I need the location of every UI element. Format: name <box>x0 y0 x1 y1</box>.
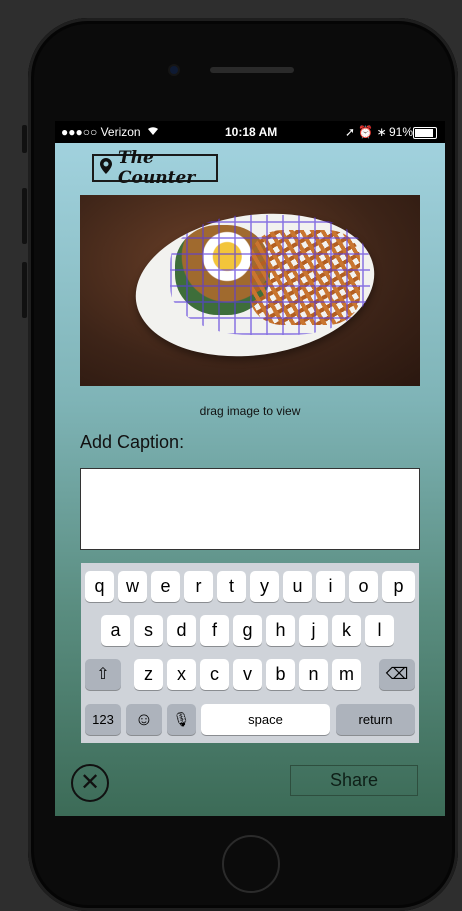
map-pin-icon <box>100 158 112 178</box>
caption-input[interactable] <box>80 468 420 550</box>
key-k[interactable]: k <box>332 615 361 646</box>
home-button[interactable] <box>222 835 280 893</box>
keyboard: q w e r t y u i o p a s d f g h j k l ⇧ … <box>81 563 419 743</box>
mesh-overlay <box>170 215 370 335</box>
key-j[interactable]: j <box>299 615 328 646</box>
key-t[interactable]: t <box>217 571 246 602</box>
shift-key[interactable]: ⇧ <box>85 659 121 690</box>
status-bar: ●●●○○ Verizon 10:18 AM ➚ ⏰ ∗ 91% <box>55 121 445 143</box>
key-a[interactable]: a <box>101 615 130 646</box>
key-s[interactable]: s <box>134 615 163 646</box>
key-g[interactable]: g <box>233 615 262 646</box>
key-v[interactable]: v <box>233 659 262 690</box>
key-q[interactable]: q <box>85 571 114 602</box>
key-d[interactable]: d <box>167 615 196 646</box>
mute-switch <box>22 125 27 153</box>
mic-key[interactable]: 🎙 <box>167 704 196 735</box>
battery-percent: 91% <box>389 125 414 139</box>
volume-down-button <box>22 262 27 318</box>
volume-up-button <box>22 188 27 244</box>
battery-icon <box>413 127 437 139</box>
key-u[interactable]: u <box>283 571 312 602</box>
drag-hint: drag image to view <box>199 404 301 418</box>
delete-key[interactable]: ⌫ <box>379 659 415 690</box>
earpiece-speaker <box>210 67 294 73</box>
space-key[interactable]: space <box>201 704 330 735</box>
emoji-key[interactable]: ☺ <box>126 704 162 735</box>
key-i[interactable]: i <box>316 571 345 602</box>
wifi-icon <box>147 125 159 139</box>
key-y[interactable]: y <box>250 571 279 602</box>
key-p[interactable]: p <box>382 571 415 602</box>
key-e[interactable]: e <box>151 571 180 602</box>
key-b[interactable]: b <box>266 659 295 690</box>
key-m[interactable]: m <box>332 659 361 690</box>
key-c[interactable]: c <box>200 659 229 690</box>
share-button[interactable]: Share <box>290 765 418 796</box>
status-indicators: ➚ ⏰ ∗ <box>345 125 387 139</box>
caption-label: Add Caption: <box>80 432 185 452</box>
clock: 10:18 AM <box>225 125 278 139</box>
carrier-label: ●●●○○ Verizon <box>61 125 141 139</box>
front-camera <box>170 66 178 74</box>
key-o[interactable]: o <box>349 571 378 602</box>
key-r[interactable]: r <box>184 571 213 602</box>
key-x[interactable]: x <box>167 659 196 690</box>
numbers-key[interactable]: 123 <box>85 704 121 735</box>
key-f[interactable]: f <box>200 615 229 646</box>
restaurant-tag[interactable]: The Counter <box>92 148 218 188</box>
key-w[interactable]: w <box>118 571 147 602</box>
key-z[interactable]: z <box>134 659 163 690</box>
key-h[interactable]: h <box>266 615 295 646</box>
key-n[interactable]: n <box>299 659 328 690</box>
return-key[interactable]: return <box>336 704 415 735</box>
restaurant-name: The Counter <box>118 148 196 188</box>
close-button[interactable]: ✕ <box>71 764 109 802</box>
app-screen: ●●●○○ Verizon 10:18 AM ➚ ⏰ ∗ 91% The Cou… <box>55 121 445 816</box>
key-l[interactable]: l <box>365 615 394 646</box>
food-photo[interactable] <box>80 195 420 386</box>
